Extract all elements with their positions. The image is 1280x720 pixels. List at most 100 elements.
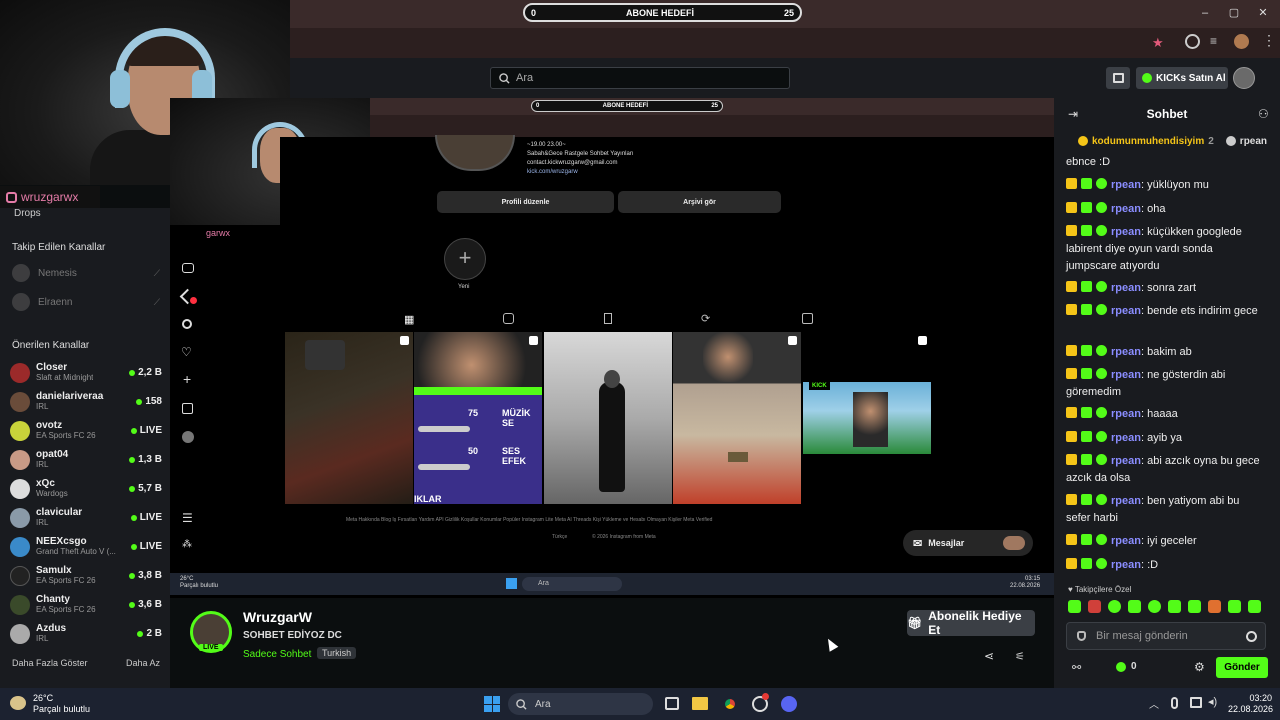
- emoji-icon[interactable]: [1246, 630, 1257, 642]
- chat-username[interactable]: rpean: [1111, 226, 1141, 238]
- search-nav-icon[interactable]: [182, 319, 192, 329]
- chat-users-icon[interactable]: ⚇: [1258, 107, 1269, 121]
- bio-link[interactable]: kick.com/wruzgarw: [527, 168, 634, 177]
- user-avatar[interactable]: [1233, 67, 1255, 89]
- emote-icon[interactable]: [1208, 600, 1221, 613]
- chat-username[interactable]: rpean: [1111, 305, 1141, 317]
- new-highlight-button[interactable]: +: [444, 238, 486, 280]
- streamer-name[interactable]: WruzgarW: [243, 609, 312, 625]
- tray-chevron-icon[interactable]: ︿: [1149, 696, 1159, 711]
- chat-username[interactable]: rpean: [1111, 346, 1141, 358]
- channel-item[interactable]: Samulx EA Sports FC 26 3,8 B: [10, 561, 162, 590]
- emote-icon[interactable]: [1248, 600, 1261, 613]
- grid-tab-icon[interactable]: ▦: [404, 313, 414, 326]
- chat-username[interactable]: rpean: [1111, 495, 1141, 507]
- channel-item[interactable]: danielariveraa IRL 158: [10, 387, 162, 416]
- tagged-tab-icon[interactable]: [802, 313, 813, 324]
- channel-item[interactable]: xQc Wardogs 5,7 B: [10, 474, 162, 503]
- chrome-icon[interactable]: [722, 696, 738, 712]
- emote-icon[interactable]: [1228, 600, 1241, 613]
- channel-item[interactable]: NEEXcsgo Grand Theft Auto V (... LIVE: [10, 532, 162, 561]
- chat-input[interactable]: Bir mesaj gönderin: [1066, 622, 1266, 650]
- bookmark-star-icon[interactable]: ★: [1152, 35, 1164, 51]
- edit-profile-button[interactable]: Profili düzenle: [437, 191, 614, 213]
- reels-nav-icon[interactable]: [182, 263, 194, 273]
- extension-icon[interactable]: [1234, 34, 1249, 49]
- messages-button[interactable]: ✉ Mesajlar: [903, 530, 1033, 556]
- emote-icon[interactable]: [1108, 600, 1121, 613]
- kicks-buy-button[interactable]: KICKs Satın Al: [1136, 67, 1228, 89]
- minimize-button[interactable]: –: [1198, 6, 1212, 20]
- chat-username[interactable]: rpean: [1111, 559, 1141, 571]
- chat-username[interactable]: rpean: [1111, 282, 1141, 294]
- library-button[interactable]: [1106, 67, 1130, 89]
- microphone-icon[interactable]: [1171, 697, 1178, 709]
- heart-nav-icon[interactable]: ♡: [181, 345, 192, 359]
- playlist-icon[interactable]: ≡: [1210, 34, 1217, 48]
- weather-widget[interactable]: 26°C Parçalı bulutlu: [33, 693, 90, 715]
- post-thumbnail[interactable]: [285, 332, 413, 504]
- drops-label[interactable]: Drops: [14, 208, 41, 219]
- reels-tab-icon[interactable]: [503, 313, 514, 324]
- dashboard-nav-icon[interactable]: [182, 403, 193, 414]
- emote-icon[interactable]: [1128, 600, 1141, 613]
- maximize-button[interactable]: ▢: [1227, 6, 1241, 20]
- volume-icon[interactable]: ◂): [1208, 695, 1217, 708]
- chat-settings-icon[interactable]: ⚙: [1194, 660, 1205, 674]
- followed-item[interactable]: Elraenn ⟋: [12, 291, 160, 313]
- more-menu-icon[interactable]: ☰: [182, 511, 193, 525]
- followed-item[interactable]: Nemesis ⟋: [12, 262, 160, 284]
- windows-start-icon[interactable]: [484, 696, 500, 712]
- menu-kebab-icon[interactable]: ⋮: [1262, 32, 1276, 49]
- post-thumbnail[interactable]: [544, 332, 672, 504]
- pinned-user-2[interactable]: rpean: [1240, 136, 1267, 147]
- channel-item[interactable]: Azdus IRL 2 B: [10, 619, 162, 648]
- emote-icon[interactable]: [1068, 600, 1081, 613]
- stream-tag[interactable]: Turkish: [317, 647, 357, 659]
- meta-apps-icon[interactable]: ⁂: [182, 539, 192, 550]
- emote-icon[interactable]: [1168, 600, 1181, 613]
- archive-button[interactable]: Arşivi gör: [618, 191, 781, 213]
- download-icon[interactable]: [1185, 34, 1200, 49]
- emote-icon[interactable]: [1188, 600, 1201, 613]
- post-thumbnail[interactable]: 75 50 MÜZİK SE SES EFEK IKLAR: [414, 332, 542, 504]
- create-nav-icon[interactable]: +: [183, 371, 191, 387]
- link-icon[interactable]: ⚯: [1072, 661, 1081, 674]
- chat-username[interactable]: rpean: [1111, 432, 1141, 444]
- profile-nav-icon[interactable]: [182, 431, 194, 443]
- network-icon[interactable]: [1190, 697, 1202, 708]
- chat-username[interactable]: rpean: [1111, 535, 1141, 547]
- reposts-tab-icon[interactable]: ⟳: [701, 312, 710, 325]
- ig-footer-lang[interactable]: Türkçe: [552, 534, 567, 540]
- taskbar-search[interactable]: Ara: [508, 693, 653, 715]
- settings-sliders-icon[interactable]: ⚟: [1015, 650, 1025, 663]
- windows-start-icon[interactable]: [506, 578, 517, 589]
- post-thumbnail[interactable]: [673, 332, 801, 504]
- post-thumbnail[interactable]: KICK: [803, 332, 931, 504]
- pinned-user[interactable]: kodumunmuhendisiyim: [1092, 136, 1204, 147]
- inner-taskbar-search[interactable]: Ara: [522, 577, 622, 591]
- channel-item[interactable]: Chanty EA Sports FC 26 3,6 B: [10, 590, 162, 619]
- show-more-link[interactable]: Daha Fazla Göster: [12, 658, 88, 668]
- ig-footer-links[interactable]: Meta Hakkında Blog İş Fırsatları Yardım …: [346, 517, 966, 523]
- chat-username[interactable]: rpean: [1111, 455, 1141, 467]
- share-icon[interactable]: ⋖: [984, 649, 994, 663]
- chat-username[interactable]: rpean: [1111, 408, 1141, 420]
- channel-item[interactable]: Closer Slaft at Midnight 2,2 B: [10, 358, 162, 387]
- chat-username[interactable]: rpean: [1111, 369, 1141, 381]
- chat-username[interactable]: rpean: [1111, 179, 1141, 191]
- channel-item[interactable]: clavicular IRL LIVE: [10, 503, 162, 532]
- close-window-button[interactable]: ✕: [1256, 6, 1270, 20]
- taskbar-clock[interactable]: 03:20 22.08.2026: [1228, 693, 1273, 715]
- gift-subscription-button[interactable]: 🎁︎ Abonelik Hediye Et: [907, 609, 1035, 637]
- task-view-icon[interactable]: [665, 697, 679, 710]
- show-less-link[interactable]: Daha Az: [126, 658, 160, 668]
- discord-icon[interactable]: [781, 696, 797, 712]
- channel-item[interactable]: opat04 IRL 1,3 B: [10, 445, 162, 474]
- chat-username[interactable]: rpean: [1111, 203, 1141, 215]
- channel-item[interactable]: ovotz EA Sports FC 26 LIVE: [10, 416, 162, 445]
- emote-icon[interactable]: [1148, 600, 1161, 613]
- search-input[interactable]: Ara: [490, 67, 790, 89]
- saved-tab-icon[interactable]: [604, 313, 612, 324]
- send-button[interactable]: Gönder: [1216, 657, 1268, 678]
